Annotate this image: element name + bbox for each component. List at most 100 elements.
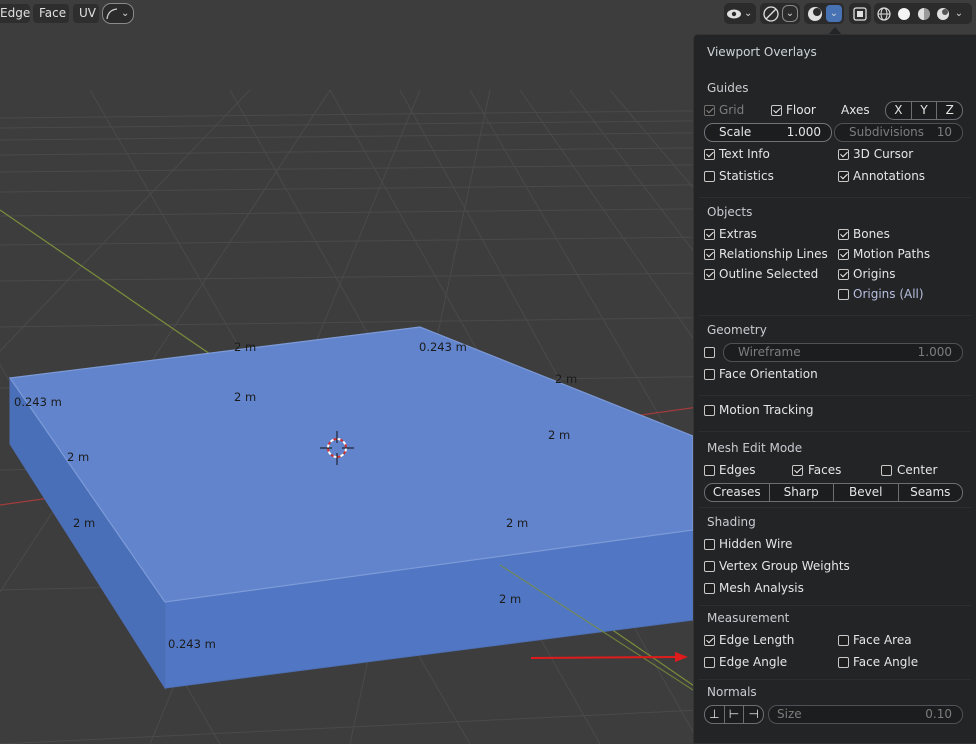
chevron-down-icon: ⌄	[782, 5, 798, 22]
split-normals-icon[interactable]: ⊢	[725, 706, 745, 723]
bones-label: Bones	[853, 227, 890, 241]
wireframe-label: Wireframe	[738, 345, 801, 359]
scale-field[interactable]: Scale 1.000	[704, 123, 832, 142]
material-shading-icon[interactable]	[914, 3, 934, 24]
edge-length-label: 2 m	[67, 450, 90, 464]
divider	[699, 679, 971, 680]
outline-selected-checkbox[interactable]	[704, 269, 715, 280]
gizmo-dropdown[interactable]: ⌄	[760, 3, 800, 24]
mesh-analysis-label: Mesh Analysis	[719, 581, 804, 595]
edge-marks-group: Creases Sharp Bevel Seams	[704, 483, 963, 502]
solid-shading-icon[interactable]	[894, 3, 914, 24]
measurement-heading: Measurement	[707, 611, 790, 625]
edge-length-checkbox[interactable]	[704, 635, 715, 646]
axis-z-toggle[interactable]: Z	[937, 102, 962, 119]
edge-select-mode-button[interactable]: Edge	[0, 4, 30, 23]
vertex-group-weights-label: Vertex Group Weights	[719, 559, 850, 573]
face-angle-checkbox[interactable]	[838, 657, 849, 668]
face-orientation-checkbox[interactable]	[704, 369, 715, 380]
face-area-label: Face Area	[853, 633, 912, 647]
bevel-toggle[interactable]: Bevel	[834, 484, 899, 501]
face-normals-icon[interactable]: ⊣	[744, 706, 763, 723]
size-value: 0.10	[925, 707, 952, 721]
faces-label: Faces	[808, 463, 842, 477]
normals-size-field[interactable]: Size 0.10	[768, 705, 963, 724]
edge-angle-checkbox[interactable]	[704, 657, 715, 668]
faces-checkbox[interactable]	[792, 465, 803, 476]
edge-label: Edge	[0, 6, 31, 20]
edges-label: Edges	[719, 463, 756, 477]
center-label: Center	[897, 463, 938, 477]
visibility-dropdown[interactable]: ⌄	[724, 3, 756, 24]
sharp-toggle[interactable]: Sharp	[770, 484, 834, 501]
extras-label: Extras	[719, 227, 757, 241]
divider	[699, 431, 971, 432]
uv-label: UV	[79, 6, 96, 20]
origins-all-label: Origins (All)	[853, 287, 924, 301]
origins-all-checkbox[interactable]	[838, 289, 849, 300]
chevron-down-icon: ⌄	[744, 8, 753, 19]
hidden-wire-checkbox[interactable]	[704, 539, 715, 550]
guides-heading: Guides	[707, 81, 749, 95]
divider	[699, 395, 971, 396]
seams-toggle[interactable]: Seams	[899, 484, 963, 501]
bones-checkbox[interactable]	[838, 229, 849, 240]
motion-paths-checkbox[interactable]	[838, 249, 849, 260]
floor-checkbox[interactable]	[771, 105, 782, 116]
edge-length-label: 0.243 m	[14, 395, 62, 409]
overlays-dropdown[interactable]: ⌄	[804, 3, 844, 24]
axis-x-toggle[interactable]: X	[886, 102, 912, 119]
size-label: Size	[777, 707, 802, 721]
relationship-lines-label: Relationship Lines	[719, 247, 828, 261]
motion-tracking-checkbox[interactable]	[704, 405, 715, 416]
relationship-lines-checkbox[interactable]	[704, 249, 715, 260]
statistics-label: Statistics	[719, 169, 774, 183]
origins-checkbox[interactable]	[838, 269, 849, 280]
rendered-shading-icon[interactable]	[934, 3, 952, 24]
axis-y-toggle[interactable]: Y	[912, 102, 938, 119]
edge-length-label: 2 m	[499, 592, 522, 606]
wireframe-checkbox[interactable]	[704, 347, 715, 358]
edge-length-label: 2 m	[548, 428, 571, 442]
creases-toggle[interactable]: Creases	[705, 484, 770, 501]
edge-length-label: 0.243 m	[168, 637, 216, 651]
eye-icon	[724, 3, 744, 24]
chevron-down-icon: ⌄	[121, 8, 130, 19]
vertex-normals-icon[interactable]: ⊥	[705, 706, 725, 723]
scale-value: 1.000	[786, 125, 821, 139]
uv-menu-button[interactable]: UV	[73, 4, 99, 23]
statistics-checkbox[interactable]	[704, 171, 715, 182]
annotations-label: Annotations	[853, 169, 926, 183]
3d-cursor-checkbox[interactable]	[838, 149, 849, 160]
axes-toggle-group: X Y Z	[885, 101, 963, 120]
shading-mode-group[interactable]: ⌄	[874, 3, 972, 24]
edges-checkbox[interactable]	[704, 465, 715, 476]
vertex-group-weights-checkbox[interactable]	[704, 561, 715, 572]
edge-length-label: 2 m	[73, 516, 96, 530]
wireframe-field[interactable]: Wireframe 1.000	[723, 343, 963, 362]
grid-checkbox[interactable]	[704, 105, 715, 116]
text-info-label: Text Info	[719, 147, 770, 161]
normals-display-group: ⊥ ⊢ ⊣	[704, 705, 764, 724]
chevron-down-icon: ⌄	[826, 5, 842, 22]
subdivisions-field[interactable]: Subdivisions 10	[834, 123, 963, 142]
divider	[699, 605, 971, 606]
extras-checkbox[interactable]	[704, 229, 715, 240]
edge-length-label: 2 m	[506, 516, 529, 530]
center-checkbox[interactable]	[881, 465, 892, 476]
wireframe-shading-icon[interactable]	[874, 3, 894, 24]
3d-cursor-label: 3D Cursor	[853, 147, 914, 161]
xray-toggle[interactable]	[849, 3, 871, 24]
face-area-checkbox[interactable]	[838, 635, 849, 646]
divider	[699, 507, 971, 508]
text-info-checkbox[interactable]	[704, 149, 715, 160]
gizmo-icon	[760, 3, 782, 24]
annotations-checkbox[interactable]	[838, 171, 849, 182]
objects-heading: Objects	[707, 205, 753, 219]
mesh-analysis-checkbox[interactable]	[704, 583, 715, 594]
proportional-edit-button[interactable]: ⌄	[102, 3, 134, 24]
divider	[699, 197, 971, 198]
edge-length-label: 2 m	[234, 340, 257, 354]
face-select-mode-button[interactable]: Face	[33, 4, 69, 23]
floor-label: Floor	[786, 103, 816, 117]
